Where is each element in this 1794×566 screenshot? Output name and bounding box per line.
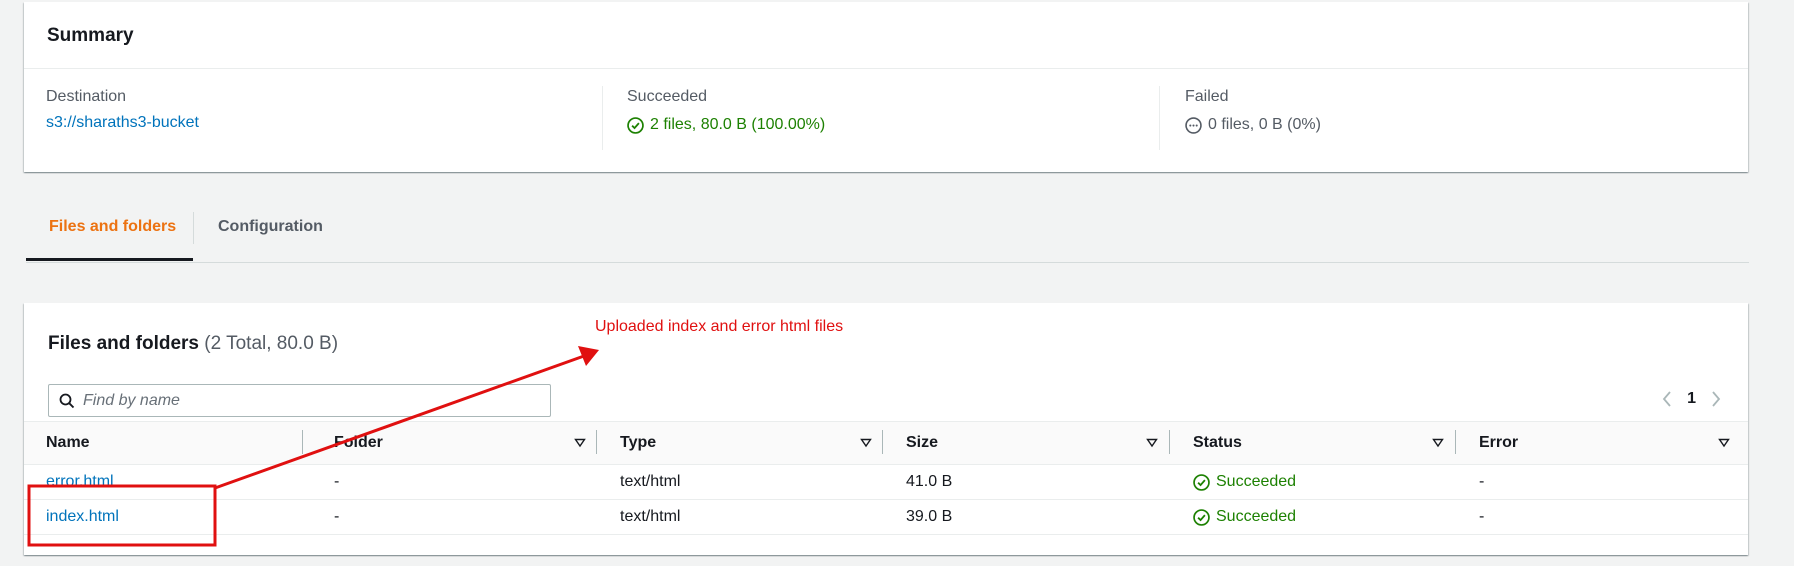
chevron-left-icon[interactable]: [1661, 390, 1673, 408]
sort-caret-icon[interactable]: [1432, 438, 1444, 448]
column-divider: [302, 430, 303, 454]
file-folder: -: [334, 508, 340, 525]
tab-files-and-folders[interactable]: Files and folders: [49, 218, 176, 236]
failed-value: 0 files, 0 B (0%): [1185, 116, 1321, 134]
summary-divider: [1159, 86, 1160, 150]
search-input[interactable]: [83, 386, 533, 415]
succeeded-text: 2 files, 80.0 B (100.00%): [650, 116, 826, 133]
sort-caret-icon[interactable]: [574, 438, 586, 448]
column-divider: [882, 430, 883, 454]
table-header: Name Folder Type Size Status Error: [24, 421, 1748, 465]
succeeded-label: Succeeded: [627, 88, 708, 105]
file-name-link[interactable]: error.html: [46, 473, 114, 491]
table-row: error.html - text/html 41.0 B Succeeded …: [24, 465, 1748, 500]
success-check-icon: [627, 116, 644, 134]
table-row: index.html - text/html 39.0 B Succeeded …: [24, 500, 1748, 535]
chevron-right-icon[interactable]: [1710, 390, 1722, 408]
tab-divider: [193, 212, 194, 244]
summary-header: Summary: [24, 2, 1748, 69]
sort-caret-icon[interactable]: [860, 438, 872, 448]
active-tab-indicator: [26, 258, 193, 261]
failed-text: 0 files, 0 B (0%): [1208, 116, 1321, 133]
column-header-error[interactable]: Error: [1479, 434, 1518, 452]
files-table: Name Folder Type Size Status Error error…: [24, 421, 1748, 535]
destination-column: Destination s3://sharaths3-bucket: [46, 68, 596, 172]
search-box: [48, 384, 551, 417]
column-header-type[interactable]: Type: [620, 434, 656, 452]
status-text: Succeeded: [1216, 473, 1297, 490]
files-heading: Files and folders: [48, 333, 199, 354]
file-error: -: [1479, 508, 1485, 525]
column-header-name[interactable]: Name: [46, 434, 90, 452]
tab-configuration[interactable]: Configuration: [218, 218, 323, 236]
file-status: Succeeded: [1193, 473, 1296, 491]
succeeded-column: Succeeded 2 files, 80.0 B (100.00%): [627, 68, 1177, 172]
status-text: Succeeded: [1216, 508, 1297, 525]
column-header-status[interactable]: Status: [1193, 434, 1242, 452]
succeeded-value: 2 files, 80.0 B (100.00%): [627, 116, 825, 134]
destination-link[interactable]: s3://sharaths3-bucket: [46, 114, 199, 132]
column-divider: [596, 430, 597, 454]
column-header-folder[interactable]: Folder: [334, 434, 383, 452]
file-type: text/html: [620, 508, 681, 525]
pending-ellipsis-icon: [1185, 116, 1202, 134]
summary-title: Summary: [47, 25, 134, 46]
files-panel: Files and folders (2 Total, 80.0 B) 1 Na…: [24, 303, 1748, 555]
success-check-icon: [1193, 508, 1210, 526]
sort-caret-icon[interactable]: [1718, 438, 1730, 448]
column-header-size[interactable]: Size: [906, 434, 938, 452]
search-icon: [59, 393, 75, 409]
pagination: 1: [1661, 390, 1722, 408]
file-folder: -: [334, 473, 340, 490]
annotation-text: Uploaded index and error html files: [595, 318, 844, 335]
failed-label: Failed: [1185, 88, 1229, 105]
success-check-icon: [1193, 473, 1210, 491]
destination-label: Destination: [46, 88, 127, 105]
summary-divider: [602, 86, 603, 150]
sort-caret-icon[interactable]: [1146, 438, 1158, 448]
summary-panel: Summary Destination s3://sharaths3-bucke…: [24, 2, 1748, 172]
column-divider: [1169, 430, 1170, 454]
file-error: -: [1479, 473, 1485, 490]
tab-bar: Files and folders Configuration: [26, 200, 1749, 263]
file-size: 39.0 B: [906, 508, 953, 525]
files-count: (2 Total, 80.0 B): [204, 333, 339, 354]
file-status: Succeeded: [1193, 508, 1296, 526]
file-size: 41.0 B: [906, 473, 953, 490]
files-title: Files and folders (2 Total, 80.0 B): [48, 333, 338, 355]
page-number[interactable]: 1: [1687, 390, 1696, 408]
failed-column: Failed 0 files, 0 B (0%): [1185, 68, 1735, 172]
file-name-link[interactable]: index.html: [46, 508, 119, 526]
file-type: text/html: [620, 473, 681, 490]
column-divider: [1455, 430, 1456, 454]
